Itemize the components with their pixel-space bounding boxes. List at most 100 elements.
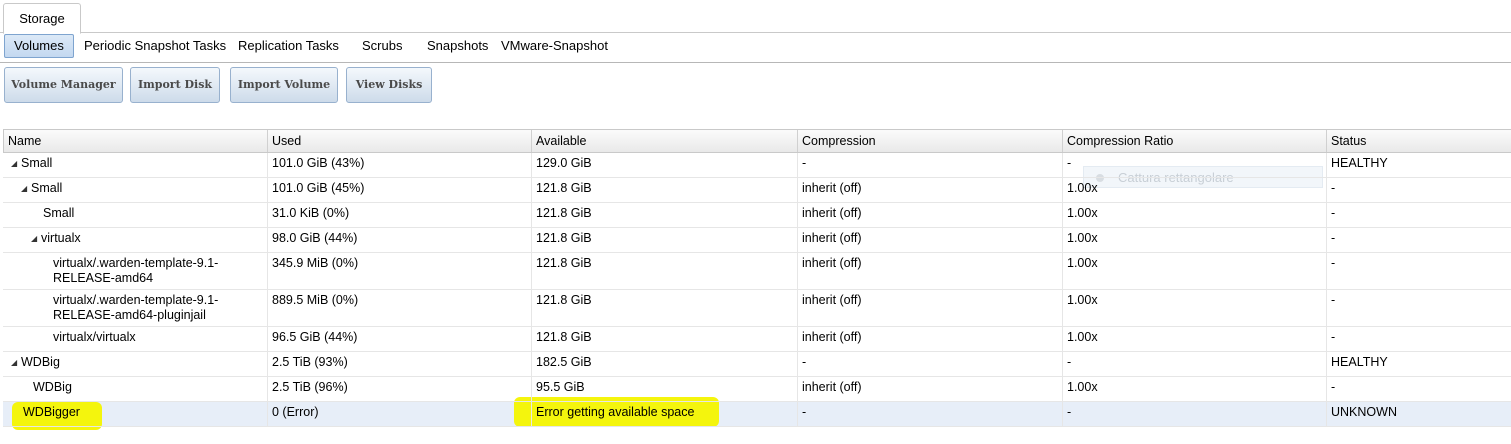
table-row[interactable]: virtualx/.warden-template-9.1- RELEASE-a… (3, 253, 1511, 290)
view-disks-button[interactable]: View Disks (346, 67, 432, 103)
cell-compression-ratio: - (1062, 153, 1326, 177)
cell-available: 121.8 GiB (531, 327, 797, 351)
triangle-down-icon[interactable]: ◢ (11, 156, 21, 171)
cell-compression-ratio: 1.00x (1062, 203, 1326, 227)
cell-used: 31.0 KiB (0%) (267, 203, 531, 227)
cell-compression: - (797, 153, 1062, 177)
cell-compression-ratio: 1.00x (1062, 253, 1326, 289)
cell-compression-ratio: 1.00x (1062, 327, 1326, 351)
cell-status: HEALTHY (1326, 352, 1511, 376)
subtab-vmware-snapshot[interactable]: VMware-Snapshot (501, 35, 608, 57)
cell-name: ◢ Small (3, 178, 267, 202)
volume-manager-button[interactable]: Volume Manager (4, 67, 123, 103)
cell-available: 182.5 GiB (531, 352, 797, 376)
cell-available: 121.8 GiB (531, 290, 797, 326)
cell-available: Error getting available space (531, 402, 797, 426)
column-header-name[interactable]: Name (3, 130, 267, 152)
cell-compression-ratio: - (1062, 352, 1326, 376)
cell-compression: inherit (off) (797, 178, 1062, 202)
cell-status: - (1326, 377, 1511, 401)
cell-status: HEALTHY (1326, 153, 1511, 177)
cell-compression-ratio: 1.00x (1062, 228, 1326, 252)
subtab-periodic-snapshot-tasks[interactable]: Periodic Snapshot Tasks (84, 35, 226, 57)
cell-name: WDBigger (3, 402, 267, 426)
cell-compression: - (797, 402, 1062, 426)
cell-available: 121.8 GiB (531, 253, 797, 289)
cell-name: ◢ WDBig (3, 352, 267, 376)
import-disk-button[interactable]: Import Disk (130, 67, 220, 103)
row-name-label: Small (31, 181, 63, 195)
cell-used: 101.0 GiB (45%) (267, 178, 531, 202)
row-name-label: Small (21, 156, 53, 170)
row-name-label: WDBig (21, 355, 60, 369)
cell-used: 889.5 MiB (0%) (267, 290, 531, 326)
cell-status: UNKNOWN (1326, 402, 1511, 426)
table-row[interactable]: virtualx/virtualx 96.5 GiB (44%) 121.8 G… (3, 327, 1511, 352)
cell-used: 0 (Error) (267, 402, 531, 426)
cell-compression: inherit (off) (797, 228, 1062, 252)
row-name-label: Small (43, 206, 75, 220)
triangle-down-icon[interactable]: ◢ (21, 181, 31, 196)
import-volume-button[interactable]: Import Volume (230, 67, 338, 103)
table-row[interactable]: ◢ Small 101.0 GiB (45%) 121.8 GiB inherit… (3, 178, 1511, 203)
top-tab-bar: Storage (0, 0, 1511, 34)
cell-name: Small (3, 203, 267, 227)
cell-compression-ratio: - (1062, 402, 1326, 426)
cell-compression: inherit (off) (797, 377, 1062, 401)
row-name-label: virtualx (41, 231, 81, 245)
subtab-snapshots[interactable]: Snapshots (427, 35, 488, 57)
cell-name: virtualx/.warden-template-9.1- RELEASE-a… (3, 253, 267, 289)
row-name-label: virtualx/.warden-template-9.1- RELEASE-a… (53, 293, 219, 322)
row-name-label: WDBig (33, 380, 72, 394)
table-row[interactable]: Small 31.0 KiB (0%) 121.8 GiB inherit (o… (3, 203, 1511, 228)
cell-available: 121.8 GiB (531, 178, 797, 202)
cell-status: - (1326, 253, 1511, 289)
cell-name: WDBig (3, 377, 267, 401)
cell-compression: inherit (off) (797, 253, 1062, 289)
cell-compression: inherit (off) (797, 290, 1062, 326)
table-row[interactable]: ◢ WDBig 2.5 TiB (93%) 182.5 GiB - - HEALT… (3, 352, 1511, 377)
cell-name: ◢ virtualx (3, 228, 267, 252)
column-header-compression[interactable]: Compression (797, 130, 1062, 152)
triangle-down-icon[interactable]: ◢ (11, 355, 21, 370)
cell-used: 101.0 GiB (43%) (267, 153, 531, 177)
table-row[interactable]: virtualx/.warden-template-9.1- RELEASE-a… (3, 290, 1511, 327)
triangle-down-icon[interactable]: ◢ (31, 231, 41, 246)
cell-status: - (1326, 327, 1511, 351)
subtab-scrubs[interactable]: Scrubs (362, 35, 402, 57)
cell-status: - (1326, 203, 1511, 227)
column-header-used[interactable]: Used (267, 130, 531, 152)
cell-status: - (1326, 178, 1511, 202)
cell-available: 129.0 GiB (531, 153, 797, 177)
row-name-label: virtualx/virtualx (53, 330, 136, 344)
cell-used: 2.5 TiB (93%) (267, 352, 531, 376)
cell-compression: - (797, 352, 1062, 376)
table-row[interactable]: WDBigger 0 (Error) Error getting availab… (3, 402, 1511, 427)
row-name-label: virtualx/.warden-template-9.1- RELEASE-a… (53, 256, 219, 285)
table-row[interactable]: ◢ Small 101.0 GiB (43%) 129.0 GiB - - HEA… (3, 153, 1511, 178)
column-header-compression-ratio[interactable]: Compression Ratio (1062, 130, 1326, 152)
cell-used: 345.9 MiB (0%) (267, 253, 531, 289)
subtab-volumes[interactable]: Volumes (4, 34, 74, 58)
table-row[interactable]: ◢ virtualx 98.0 GiB (44%) 121.8 GiB inher… (3, 228, 1511, 253)
subtab-divider (0, 62, 1511, 63)
cell-compression-ratio: 1.00x (1062, 290, 1326, 326)
tab-storage[interactable]: Storage (3, 3, 81, 34)
cell-available: 121.8 GiB (531, 203, 797, 227)
table-row[interactable]: WDBig 2.5 TiB (96%) 95.5 GiB inherit (of… (3, 377, 1511, 402)
subtab-replication-tasks[interactable]: Replication Tasks (238, 35, 339, 57)
cell-used: 96.5 GiB (44%) (267, 327, 531, 351)
cell-compression-ratio: 1.00x (1062, 178, 1326, 202)
cell-available: 121.8 GiB (531, 228, 797, 252)
cell-status: - (1326, 290, 1511, 326)
column-header-status[interactable]: Status (1326, 130, 1511, 152)
cell-status: - (1326, 228, 1511, 252)
column-header-available[interactable]: Available (531, 130, 797, 152)
subtab-bar: Volumes Periodic Snapshot Tasks Replicat… (0, 33, 1511, 59)
cell-compression: inherit (off) (797, 327, 1062, 351)
cell-name: virtualx/virtualx (3, 327, 267, 351)
row-name-label: WDBigger (23, 405, 80, 419)
volumes-grid: Name Used Available Compression Compress… (3, 129, 1511, 427)
cell-used: 2.5 TiB (96%) (267, 377, 531, 401)
cell-used: 98.0 GiB (44%) (267, 228, 531, 252)
